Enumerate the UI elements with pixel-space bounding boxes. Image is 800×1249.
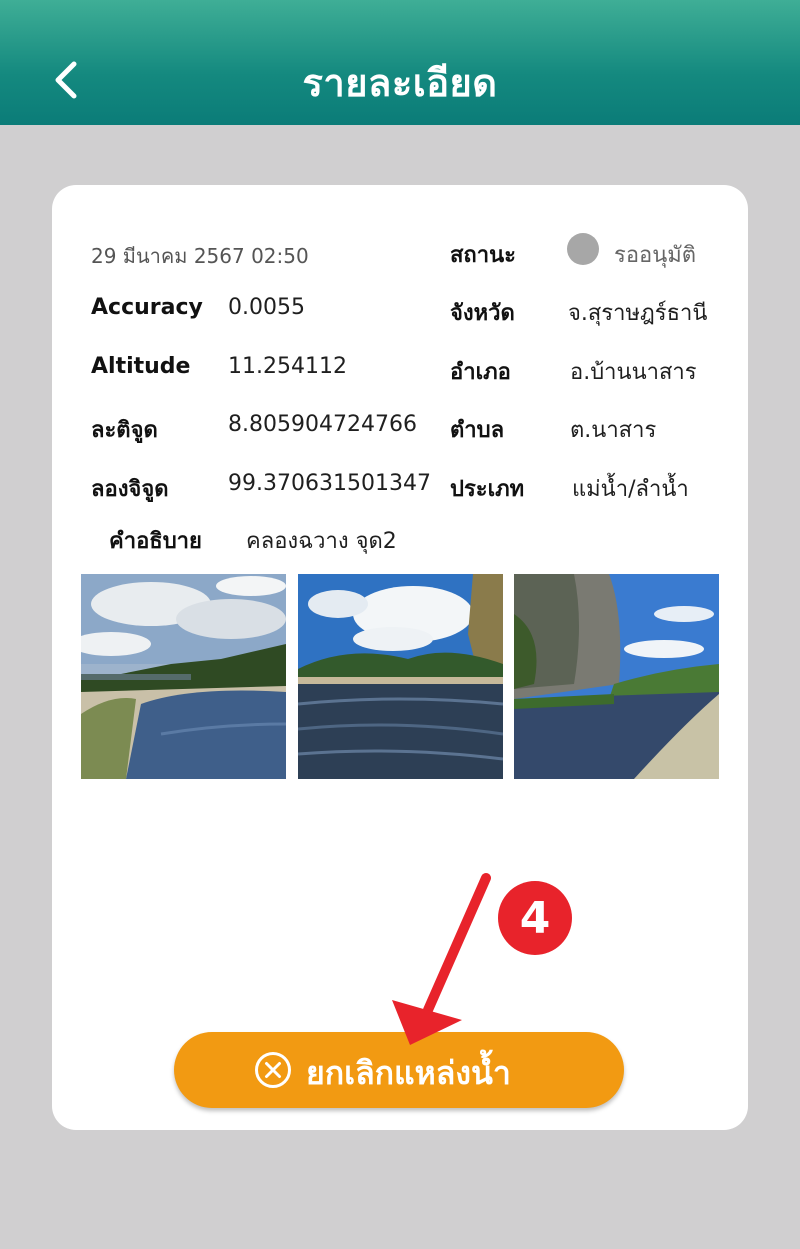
accuracy-label: Accuracy [91, 295, 203, 320]
latitude-value: 8.805904724766 [228, 412, 417, 437]
app-header: รายละเอียด [0, 0, 800, 125]
province-label: จังหวัด [450, 301, 515, 326]
altitude-label: Altitude [91, 354, 191, 379]
subdistrict-label: ตำบล [450, 418, 505, 443]
status-dot-icon [567, 233, 599, 265]
longitude-label: ลองจิจูด [91, 477, 169, 502]
status-label: สถานะ [450, 243, 516, 268]
page-title: รายละเอียด [302, 61, 498, 105]
district-value: อ.บ้านนาสาร [570, 360, 697, 385]
pointer-arrow-icon [392, 873, 491, 1045]
longitude-value: 99.370631501347 [228, 471, 431, 496]
altitude-value: 11.254112 [228, 354, 347, 379]
datetime-text: 29 มีนาคม 2567 02:50 [91, 244, 309, 268]
circle-x-icon [255, 1052, 291, 1088]
accuracy-value: 0.0055 [228, 295, 305, 320]
description-label: คำอธิบาย [109, 529, 202, 554]
cancel-button-label: ยกเลิกแหล่งน้ำ [306, 1054, 511, 1092]
status-value: รออนุมัติ [614, 243, 697, 268]
river-photo-2[interactable] [298, 574, 503, 779]
subdistrict-value: ต.นาสาร [570, 418, 657, 443]
river-photo-1[interactable] [81, 574, 286, 779]
description-value: คลองฉวาง จุด2 [246, 529, 397, 554]
type-label: ประเภท [450, 477, 525, 502]
province-value: จ.สุราษฎร์ธานี [568, 301, 708, 326]
river-photo-3[interactable] [514, 574, 719, 779]
type-value: แม่น้ำ/ลำน้ำ [572, 477, 689, 502]
district-label: อำเภอ [450, 360, 511, 385]
latitude-label: ละติจูด [91, 418, 158, 443]
step-number-badge: 4 [498, 881, 572, 955]
